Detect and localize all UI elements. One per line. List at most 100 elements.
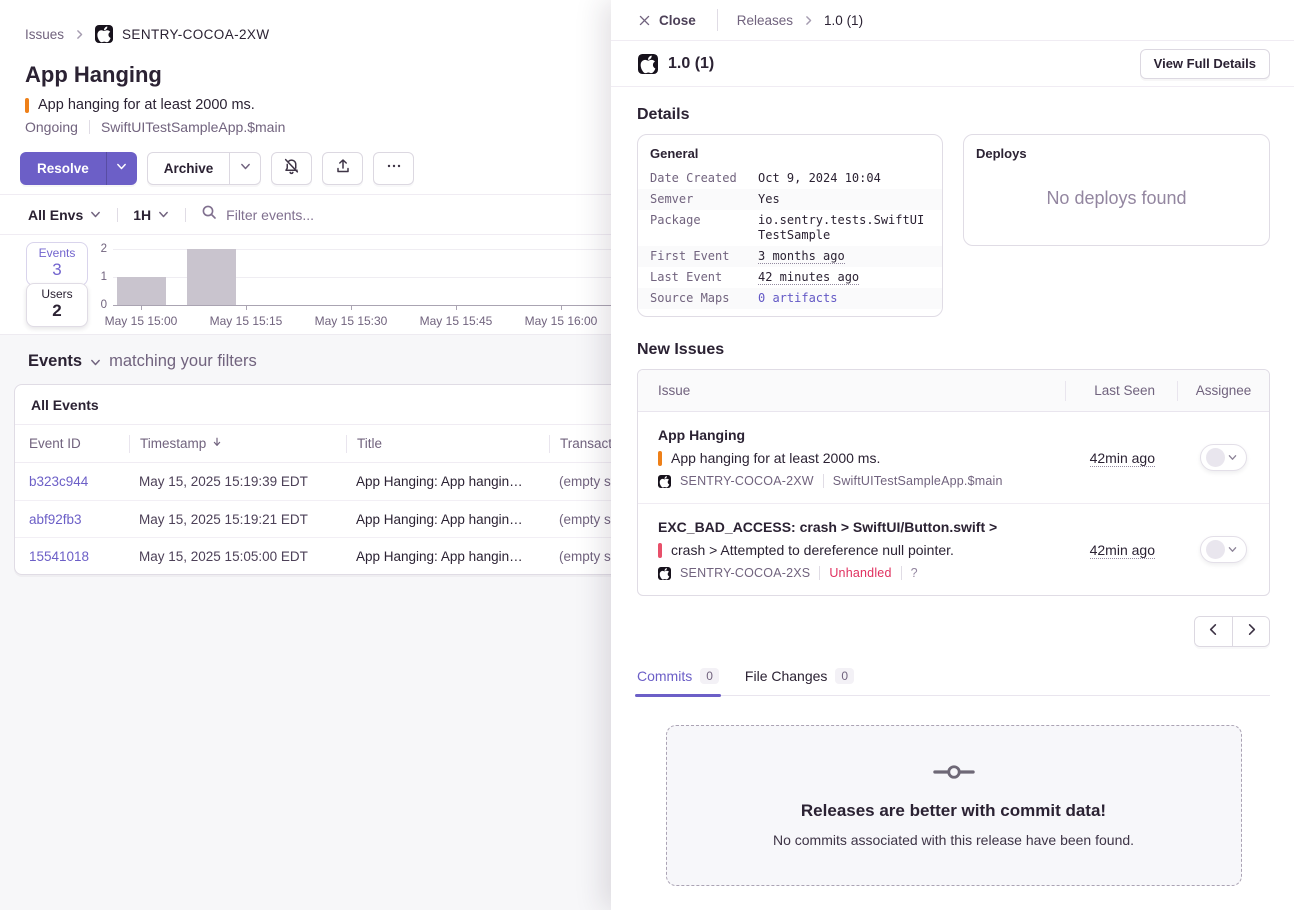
breadcrumb: Issues SENTRY-COCOA-2XW — [0, 0, 611, 43]
general-card-title: General — [638, 146, 942, 168]
issue-message-row: App hanging for at least 2000 ms. — [25, 97, 611, 113]
users-stat-label: Users — [27, 287, 87, 301]
event-table-row[interactable]: 15541018 May 15, 2025 15:05:00 EDT App H… — [15, 537, 611, 574]
assignee-selector[interactable] — [1200, 444, 1247, 471]
event-transaction: (empty str — [549, 512, 611, 527]
events-stat-label: Events — [27, 246, 87, 260]
resolve-button[interactable]: Resolve — [20, 152, 106, 185]
share-button[interactable] — [322, 152, 363, 185]
issue-detail-panel: Issues SENTRY-COCOA-2XW App Hanging App … — [0, 0, 611, 910]
column-last-seen: Last Seen — [1065, 381, 1177, 401]
archive-button[interactable]: Archive — [148, 153, 230, 184]
event-timestamp: May 15, 2025 15:19:39 EDT — [129, 474, 346, 489]
x-axis-tick — [351, 305, 352, 310]
apple-platform-icon — [658, 567, 671, 580]
tab-commits[interactable]: Commits 0 — [637, 668, 719, 695]
issue-row[interactable]: App Hanging App hanging for at least 200… — [638, 412, 1269, 503]
next-page-button[interactable] — [1232, 617, 1269, 646]
apple-platform-icon — [95, 25, 113, 43]
commit-icon — [933, 763, 975, 786]
y-axis-tick-label: 1 — [89, 271, 107, 283]
breadcrumb-release-version: 1.0 (1) — [824, 13, 863, 28]
new-issues-table-header: Issue Last Seen Assignee — [638, 370, 1269, 412]
event-timestamp: May 15, 2025 15:05:00 EDT — [129, 549, 346, 564]
issue-row-message: crash > Attempted to dereference null po… — [671, 542, 954, 558]
archive-dropdown-button[interactable] — [229, 153, 260, 184]
sort-arrow-down-icon — [211, 436, 223, 451]
search-input[interactable] — [226, 207, 556, 223]
error-level-bar — [658, 543, 662, 558]
event-timestamp: May 15, 2025 15:19:21 EDT — [129, 512, 346, 527]
x-axis-tick-label: May 15 15:15 — [210, 314, 283, 328]
event-id-link[interactable]: abf92fb3 — [29, 512, 129, 527]
chevron-left-icon — [1206, 622, 1221, 642]
avatar — [1206, 540, 1225, 559]
column-assignee: Assignee — [1177, 381, 1269, 401]
divider — [901, 566, 902, 580]
chart-bar — [117, 277, 166, 305]
drawer-breadcrumb: Releases 1.0 (1) — [737, 13, 863, 28]
mute-button[interactable] — [271, 152, 312, 185]
x-axis-tick-label: May 15 16:00 — [525, 314, 598, 328]
chevron-right-icon — [802, 14, 815, 27]
event-title: App Hanging: App hangin… — [346, 512, 549, 527]
previous-page-button[interactable] — [1195, 617, 1232, 646]
apple-platform-icon — [658, 475, 671, 488]
events-stat-tab[interactable]: Events 3 — [26, 242, 88, 286]
events-heading-label[interactable]: Events — [28, 352, 82, 371]
x-axis-tick — [246, 305, 247, 310]
column-event-id[interactable]: Event ID — [29, 436, 129, 451]
issue-row-title[interactable]: App Hanging — [658, 427, 1065, 443]
event-table-row[interactable]: abf92fb3 May 15, 2025 15:19:21 EDT App H… — [15, 500, 611, 537]
tab-file-changes-count: 0 — [835, 668, 854, 684]
search-icon — [201, 204, 217, 225]
environment-filter[interactable]: All Envs — [28, 207, 102, 223]
event-id-link[interactable]: b323c944 — [29, 474, 129, 489]
divider — [89, 120, 90, 134]
x-axis-tick — [141, 305, 142, 310]
breadcrumb-issues-link[interactable]: Issues — [25, 27, 64, 42]
help-question-icon[interactable]: ? — [911, 566, 918, 580]
more-options-button[interactable] — [373, 152, 414, 185]
close-drawer-button[interactable]: Close — [638, 13, 696, 28]
events-table-header: Event ID Timestamp Title Transacti — [15, 425, 611, 463]
divider — [185, 208, 186, 222]
chevron-down-icon — [115, 160, 128, 178]
general-card: General Date Created Oct 9, 2024 10:04 S… — [637, 134, 943, 317]
issue-row-project: SENTRY-COCOA-2XS — [680, 566, 810, 580]
time-range-filter[interactable]: 1H — [133, 207, 170, 223]
chevron-down-icon — [239, 160, 252, 178]
source-maps-link[interactable]: 0 artifacts — [758, 291, 930, 306]
kv-row-first-event: First Event 3 months ago — [638, 246, 942, 267]
issue-row[interactable]: EXC_BAD_ACCESS: crash > SwiftUI/Button.s… — [638, 503, 1269, 595]
events-section-heading: Events matching your filters — [0, 335, 611, 371]
upload-icon — [335, 158, 351, 179]
issues-pagination — [637, 616, 1270, 647]
details-heading: Details — [637, 106, 1270, 124]
deploys-card: Deploys No deploys found — [963, 134, 1270, 246]
chevron-down-icon[interactable] — [89, 356, 102, 369]
breadcrumb-project[interactable]: SENTRY-COCOA-2XW — [122, 27, 269, 42]
column-timestamp[interactable]: Timestamp — [129, 435, 346, 453]
column-title[interactable]: Title — [346, 435, 549, 453]
chevron-down-icon — [89, 208, 102, 221]
issue-status: Ongoing — [25, 119, 78, 135]
tab-commits-count: 0 — [700, 668, 719, 684]
kv-row-last-event: Last Event 42 minutes ago — [638, 267, 942, 288]
issue-row-title[interactable]: EXC_BAD_ACCESS: crash > SwiftUI/Button.s… — [658, 519, 1065, 535]
apple-platform-icon — [638, 54, 658, 74]
users-stat-tab[interactable]: Users 2 — [26, 283, 88, 327]
view-full-details-button[interactable]: View Full Details — [1140, 49, 1270, 79]
page-title: App Hanging — [25, 62, 611, 88]
assignee-selector[interactable] — [1200, 536, 1247, 563]
event-transaction: (empty str — [549, 549, 611, 564]
divider — [823, 474, 824, 488]
event-id-link[interactable]: 15541018 — [29, 549, 129, 564]
resolve-dropdown-button[interactable] — [106, 152, 137, 185]
breadcrumb-releases-link[interactable]: Releases — [737, 13, 793, 28]
tab-file-changes[interactable]: File Changes 0 — [745, 668, 854, 695]
release-tabs: Commits 0 File Changes 0 — [637, 668, 1270, 696]
event-table-row[interactable]: b323c944 May 15, 2025 15:19:39 EDT App H… — [15, 463, 611, 500]
column-transaction[interactable]: Transacti — [549, 435, 611, 453]
unhandled-tag: Unhandled — [829, 566, 891, 580]
